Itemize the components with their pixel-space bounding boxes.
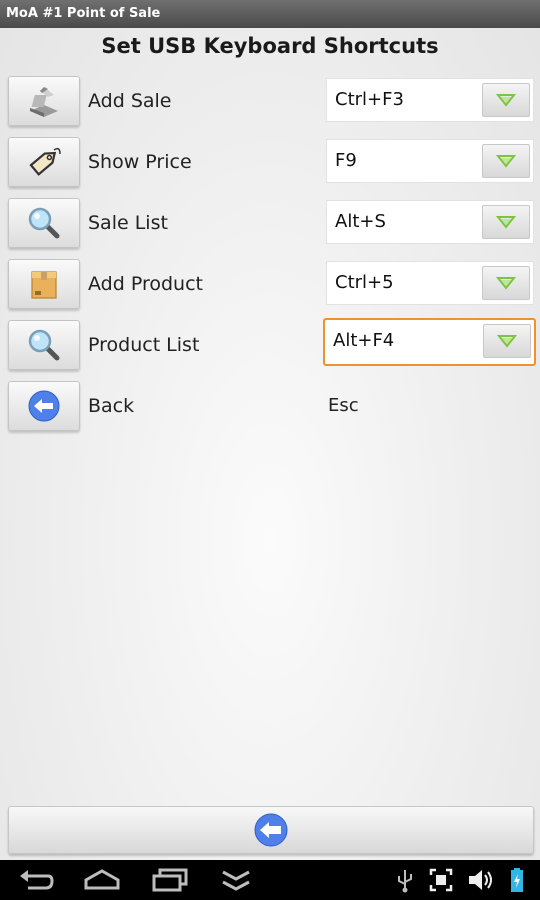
nav-menu-icon[interactable] [218,866,254,894]
back-label: Back [88,395,135,417]
sale-list-shortcut-select[interactable]: Alt+S [326,200,534,244]
product-list-shortcut-select[interactable]: Alt+F4 [323,318,536,366]
dropdown-arrow-button[interactable] [482,205,530,239]
app-title-bar: MoA #1 Point of Sale [0,0,540,28]
sale-list-label: Sale List [88,212,168,234]
dropdown-arrow-button[interactable] [482,144,530,178]
product-box-icon [31,271,57,299]
show-price-label: Show Price [88,151,192,173]
nav-recents-icon[interactable] [150,866,190,894]
bottom-back-button[interactable] [8,806,534,854]
shortcut-row-add-product: Add Product Ctrl+5 [0,259,540,311]
show-price-button[interactable] [8,137,80,187]
app-title: MoA #1 Point of Sale [6,6,161,21]
back-shortcut-value: Esc [328,395,359,416]
nav-home-icon[interactable] [82,866,122,894]
shortcut-row-back: Back Esc [0,381,540,433]
shortcut-row-product-list: Product List Alt+F4 [0,318,540,372]
cash-register-icon [30,87,58,117]
selected-value: Ctrl+F3 [335,89,404,110]
battery-icon [511,868,523,892]
nav-back-icon[interactable] [18,866,56,894]
triangle-down-icon [496,155,516,168]
add-sale-shortcut-select[interactable]: Ctrl+F3 [326,78,534,122]
triangle-down-icon [496,277,516,290]
triangle-down-icon [497,335,517,348]
add-product-shortcut-select[interactable]: Ctrl+5 [326,261,534,305]
selected-value: Alt+S [335,211,386,232]
shortcut-row-sale-list: Sale List Alt+S [0,198,540,250]
sale-list-button[interactable] [8,198,80,248]
volume-icon [469,870,492,890]
add-product-label: Add Product [88,273,203,295]
price-tag-icon [29,147,61,176]
selected-value: Ctrl+5 [335,272,394,293]
back-arrow-icon [28,390,60,422]
shortcut-row-add-sale: Add Sale Ctrl+F3 [0,76,540,128]
back-arrow-icon [254,813,288,847]
triangle-down-icon [496,216,516,229]
add-product-button[interactable] [8,259,80,309]
magnifier-icon [28,329,60,361]
selected-value: Alt+F4 [333,330,395,351]
shortcut-row-show-price: Show Price F9 [0,137,540,189]
selected-value: F9 [335,150,357,171]
triangle-down-icon [496,94,516,107]
product-list-label: Product List [88,334,200,356]
add-sale-label: Add Sale [88,90,172,112]
screenshot-icon [429,868,453,892]
product-list-button[interactable] [8,320,80,370]
system-navigation-bar [0,860,540,900]
page-title: Set USB Keyboard Shortcuts [101,34,439,58]
dropdown-arrow-button[interactable] [483,324,531,358]
usb-icon [398,870,412,893]
magnifier-icon [28,207,60,239]
add-sale-button[interactable] [8,76,80,126]
dropdown-arrow-button[interactable] [482,83,530,117]
back-button[interactable] [8,381,80,431]
show-price-shortcut-select[interactable]: F9 [326,139,534,183]
dropdown-arrow-button[interactable] [482,266,530,300]
